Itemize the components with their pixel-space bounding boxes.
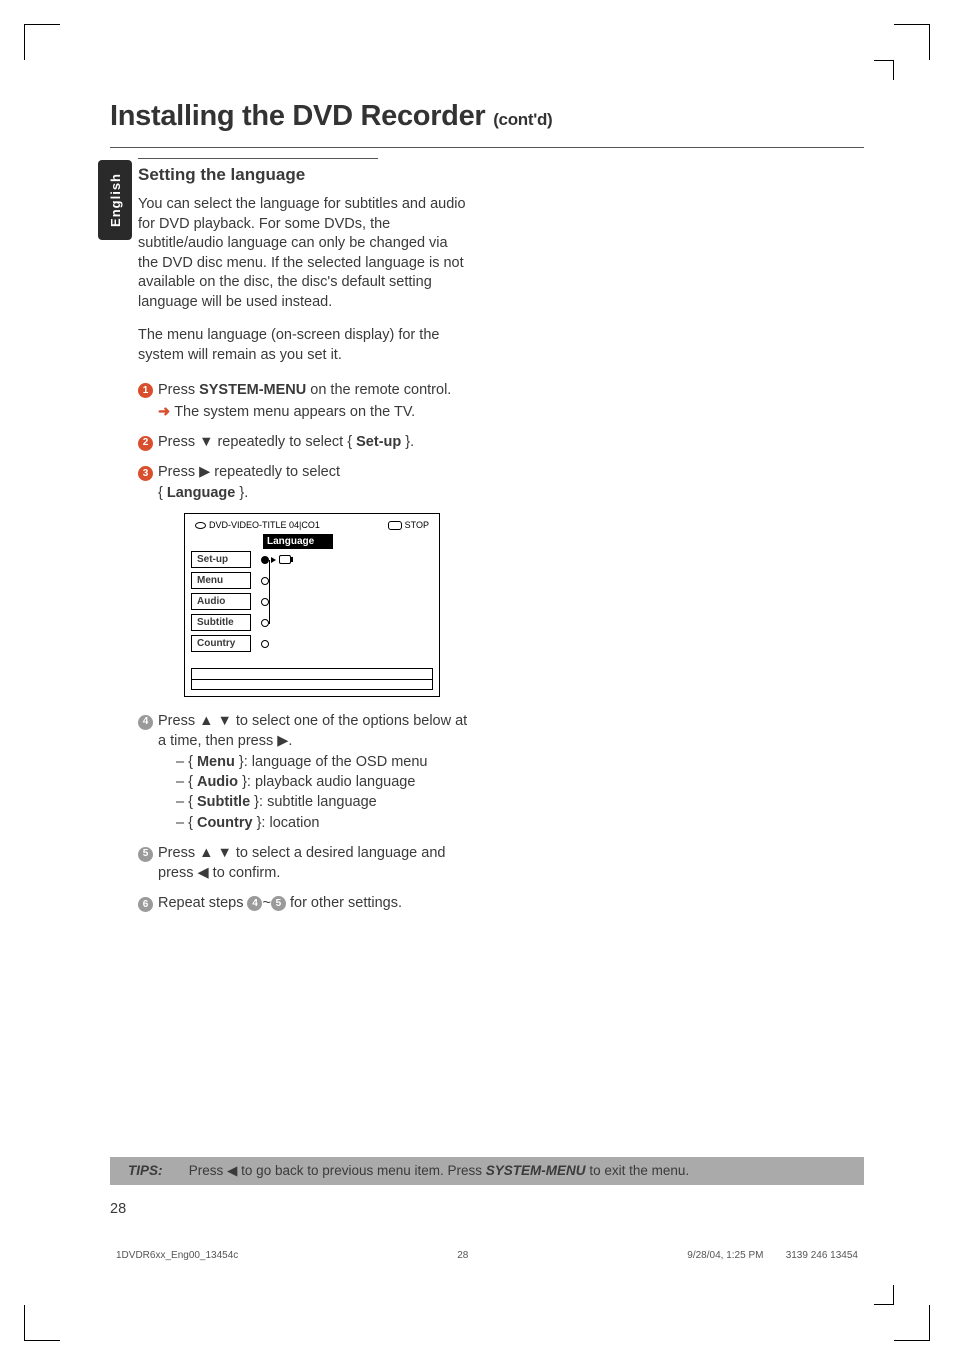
step-ref-icon: 5: [271, 896, 286, 911]
step-text: }.: [401, 434, 414, 450]
osd-menu-item: Audio: [191, 593, 251, 610]
step-6: 6 Repeat steps 4~5 for other settings.: [138, 893, 468, 913]
step-term: Set-up: [356, 434, 401, 450]
footer-center: 28: [457, 1250, 468, 1261]
footer: 1DVDR6xx_Eng00_13454c 28 9/28/04, 1:25 P…: [110, 1250, 864, 1261]
step-text: Repeat steps: [158, 895, 247, 911]
step-5: 5 Press ▲ ▼ to select a desired language…: [138, 843, 468, 884]
step-text: ~: [262, 895, 270, 911]
tips-text: to exit the menu.: [586, 1163, 690, 1178]
crop-mark: [24, 24, 60, 60]
step-number-icon: 1: [138, 383, 153, 398]
step-number-icon: 5: [138, 847, 153, 862]
step-text: }.: [235, 485, 248, 501]
title-main: Installing the DVD Recorder: [110, 100, 485, 132]
tips-text: Press ◀ to go back to previous menu item…: [189, 1163, 486, 1178]
crop-mark: [894, 24, 930, 60]
crop-mark: [874, 60, 894, 80]
page-title: Installing the DVD Recorder (cont'd): [110, 100, 864, 133]
crop-mark: [894, 1305, 930, 1341]
osd-menu-header: DVD-VIDEO-TITLE 04|CO1 STOP: [191, 520, 433, 534]
step-text: Press ▲ ▼ to select one of the options b…: [158, 713, 467, 749]
step-3: 3 Press ▶ repeatedly to select { Languag…: [138, 462, 468, 503]
title-rule: [110, 147, 864, 148]
list-item: – { Menu }: language of the OSD menu: [176, 752, 468, 772]
subhead-rule: [138, 158, 378, 159]
osd-menu-item: Menu: [191, 572, 251, 589]
step-text: Press: [158, 382, 199, 398]
osd-menu-row: Country: [191, 635, 433, 652]
step-sub: ➜ The system menu appears on the TV.: [158, 402, 468, 422]
osd-header-left: DVD-VIDEO-TITLE 04|CO1: [195, 520, 320, 530]
list-item: – { Country }: location: [176, 813, 468, 833]
page-number: 28: [110, 1201, 126, 1217]
osd-menu-figure: DVD-VIDEO-TITLE 04|CO1 STOP Language Set…: [184, 513, 440, 697]
osd-menu-bottom-bar: [191, 668, 433, 690]
osd-menu-row: Menu: [191, 572, 433, 589]
osd-menu-row: Subtitle: [191, 614, 433, 631]
section-paragraph: The menu language (on-screen display) fo…: [138, 326, 468, 365]
footer-left: 1DVDR6xx_Eng00_13454c: [116, 1250, 238, 1261]
content-column: Setting the language You can select the …: [138, 158, 468, 914]
osd-menu-item: Country: [191, 635, 251, 652]
osd-menu-strip: Language: [263, 534, 333, 549]
title-contd: (cont'd): [493, 110, 552, 129]
osd-menu-row: Audio: [191, 593, 433, 610]
language-tab: English: [98, 160, 132, 240]
crop-mark: [874, 1285, 894, 1305]
footer-right: 9/28/04, 1:25 PM 3139 246 13454: [687, 1250, 858, 1261]
step-text: Press ▶ repeatedly to select: [158, 464, 340, 480]
step-1: 1 Press SYSTEM-MENU on the remote contro…: [138, 380, 468, 423]
step-term: SYSTEM-MENU: [199, 382, 306, 398]
step-text: {: [158, 485, 167, 501]
step-text: for other settings.: [286, 895, 402, 911]
step-text: Press ▲ ▼ to select a desired language a…: [158, 845, 445, 881]
arrow-icon: ➜: [158, 404, 174, 420]
step-text: on the remote control.: [306, 382, 451, 398]
tips-label: TIPS:: [128, 1163, 163, 1178]
tips-bar: TIPS: Press ◀ to go back to previous men…: [110, 1157, 864, 1185]
step-number-icon: 4: [138, 715, 153, 730]
step-term: Language: [167, 485, 235, 501]
step-4: 4 Press ▲ ▼ to select one of the options…: [138, 711, 468, 833]
step-number-icon: 2: [138, 436, 153, 451]
step-number-icon: 3: [138, 466, 153, 481]
osd-menu-row: Set-up: [191, 551, 433, 568]
tips-term: SYSTEM-MENU: [486, 1163, 586, 1178]
osd-menu-item: Subtitle: [191, 614, 251, 631]
step-sub-text: The system menu appears on the TV.: [174, 404, 415, 420]
section-heading: Setting the language: [138, 165, 468, 185]
step-number-icon: 6: [138, 897, 153, 912]
bullet-list: – { Menu }: language of the OSD menu – {…: [176, 752, 468, 833]
step-text: Press ▼ repeatedly to select {: [158, 434, 356, 450]
list-item: – { Audio }: playback audio language: [176, 772, 468, 792]
section-paragraph: You can select the language for subtitle…: [138, 195, 468, 312]
list-item: – { Subtitle }: subtitle language: [176, 792, 468, 812]
crop-mark: [24, 1305, 60, 1341]
step-2: 2 Press ▼ repeatedly to select { Set-up …: [138, 432, 468, 452]
step-ref-icon: 4: [247, 896, 262, 911]
language-tab-label: English: [108, 173, 123, 227]
osd-menu-item: Set-up: [191, 551, 251, 568]
osd-header-right: STOP: [388, 520, 429, 530]
